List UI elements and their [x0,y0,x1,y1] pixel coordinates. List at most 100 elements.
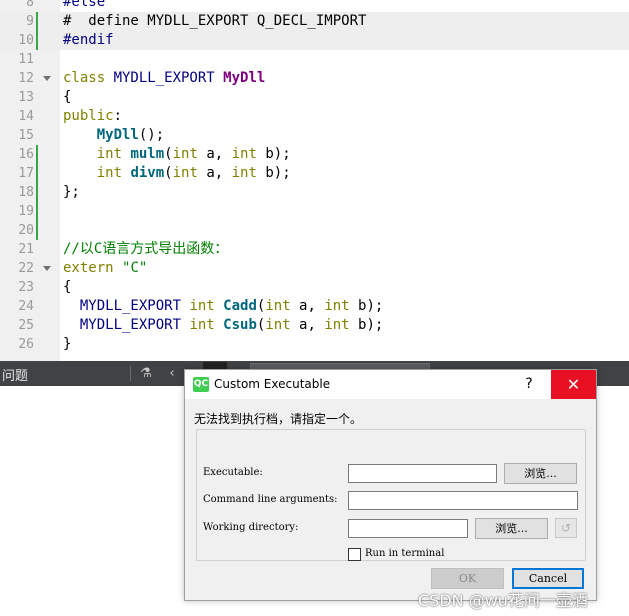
code-token: MYDLL_EXPORT [63,317,190,333]
code-token: int [265,298,291,314]
code-token: #endif [63,32,114,48]
code-token: a, [290,298,325,314]
code-token: Csub [223,317,257,333]
code-line[interactable]: 22 extern "C" [0,259,629,278]
line-number: 19 [18,204,34,219]
arguments-label: Command line arguments: [203,494,338,505]
code-token: }; [63,184,80,200]
line-number: 20 [18,223,34,238]
code-text: #endif [63,31,114,50]
line-number: 16 [18,147,34,162]
code-line[interactable]: 13 { [0,88,629,107]
line-number: 25 [18,318,34,333]
code-text: //以C语言方式导出函数： [63,240,228,259]
code-text: int mulm(int a, int b); [63,145,291,164]
cancel-button[interactable]: Cancel [512,568,584,589]
line-number: 23 [18,280,34,295]
browse-directory-button[interactable]: 浏览... [475,518,548,539]
code-token: (); [138,127,165,143]
code-text: { [63,278,71,297]
executable-input[interactable] [348,464,497,483]
code-text: }; [63,183,80,202]
code-line[interactable]: 14 public: [0,107,629,126]
code-token: mulm [130,146,165,162]
help-button[interactable]: ? [507,370,551,399]
executable-label: Executable: [203,467,263,478]
code-line[interactable]: 8 #else [0,0,629,12]
code-line[interactable]: 18}; [0,183,629,202]
code-token: } [63,336,72,352]
modified-line-marker [36,31,38,50]
code-line[interactable]: 25 MYDLL_EXPORT int Csub(int a, int b); [0,316,629,335]
code-line[interactable]: 10 #endif [0,31,629,50]
code-token: public [63,108,114,124]
code-token: int [189,317,224,333]
undo-icon[interactable]: ↺ [555,518,577,538]
code-line[interactable]: 17 int divm(int a, int b); [0,164,629,183]
code-token: "C" [122,260,148,276]
line-number: 21 [18,242,34,257]
browse-executable-button[interactable]: 浏览... [504,463,577,484]
modified-line-marker [36,221,38,240]
arguments-input[interactable] [348,491,578,510]
code-token: { [63,89,72,105]
code-line[interactable]: 12 class MYDLL_EXPORT MyDll [0,69,629,88]
code-token: int [172,165,198,181]
working-directory-label: Working directory: [203,522,299,533]
code-line[interactable]: 21 //以C语言方式导出函数： [0,240,629,259]
code-text: public: [63,107,122,126]
code-line[interactable]: 20 [0,221,629,240]
chevron-left-icon[interactable]: ‹ [162,364,182,383]
line-number: 11 [18,52,34,67]
code-token: int [324,298,350,314]
code-text: int divm(int a, int b); [63,164,291,183]
code-token: class [63,70,114,86]
code-line[interactable]: 24 MYDLL_EXPORT int Cadd(int a, int b); [0,297,629,316]
code-token: b); [349,317,384,333]
code-token: int [231,146,257,162]
code-line[interactable]: 16 int mulm(int a, int b); [0,145,629,164]
line-number: 8 [26,0,34,10]
code-text: class MYDLL_EXPORT MyDll [63,69,265,88]
code-line[interactable]: 19 [0,202,629,221]
close-button[interactable]: ✕ [551,370,596,399]
line-number: 14 [18,109,34,124]
code-line[interactable]: 23 { [0,278,629,297]
code-token: int [96,165,131,181]
code-token: # define MYDLL_EXPORT Q_DECL_IMPORT [63,13,367,29]
line-number: 17 [18,166,34,181]
line-number: 9 [26,14,34,29]
issues-tab[interactable]: 问题 [2,365,28,384]
working-directory-input[interactable] [348,519,468,538]
code-token: b); [256,165,291,181]
code-token: MyDll [223,70,266,86]
line-number: 13 [18,90,34,105]
code-token: //以C语言方式导出函数： [63,241,229,257]
fold-arrow-icon[interactable] [43,266,51,271]
code-line[interactable]: 15 MyDll(); [0,126,629,145]
code-token: int [96,146,131,162]
code-token: ( [164,146,173,162]
modified-line-marker [36,202,38,221]
code-token: { [63,279,72,295]
dialog-message: 无法找到执行档，请指定一个。 [194,412,363,426]
code-token: divm [130,165,165,181]
code-text: extern "C" [63,259,147,278]
code-line[interactable]: 11 [0,50,629,69]
filter-icon[interactable]: ⚗ [136,364,156,383]
code-editor[interactable]: 8 #else 9 # define MYDLL_EXPORT Q_DECL_IMPO… [0,0,629,361]
code-token: b); [349,298,384,314]
ok-button[interactable]: OK [431,568,504,589]
code-text: } [63,335,71,354]
line-number: 12 [18,71,34,86]
fold-arrow-icon[interactable] [43,76,51,81]
code-token: a, [197,146,232,162]
custom-executable-dialog: QC Custom Executable ? ✕ 无法找到执行档，请指定一个。 … [184,369,597,601]
run-in-terminal-checkbox[interactable] [348,548,361,561]
code-text: #else [63,0,105,12]
code-line[interactable]: 26} [0,335,629,354]
code-line[interactable]: 9 # define MYDLL_EXPORT Q_DECL_IMPORT [0,12,629,31]
code-token: ( [164,165,173,181]
